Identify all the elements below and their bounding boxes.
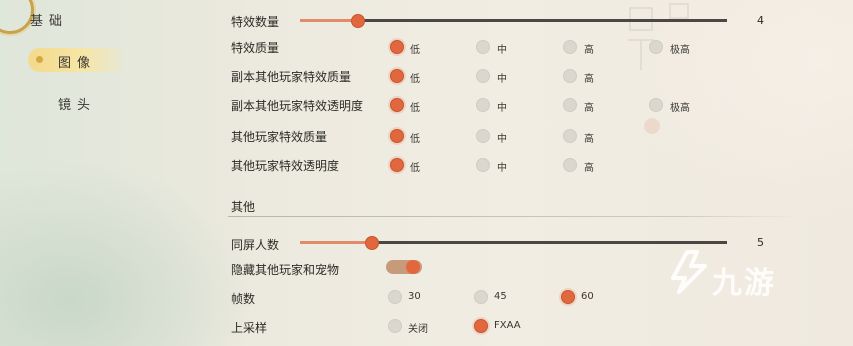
upsample-fxaa-label: FXAA: [494, 320, 521, 331]
effect-quality-high-radio[interactable]: [563, 40, 577, 54]
effect-quality-mid-label: 中: [497, 45, 507, 56]
fps-30-radio[interactable]: [388, 290, 402, 304]
player-opacity-label: 其他玩家特效透明度: [231, 159, 340, 173]
fps-label: 帧数: [231, 292, 256, 306]
fps-30-label: 30: [408, 291, 421, 302]
player-quality-high-label: 高: [584, 134, 594, 145]
effect-quality-ultra-radio[interactable]: [649, 40, 663, 54]
nav-item-camera[interactable]: 镜头: [58, 94, 96, 113]
fps-45-label: 45: [494, 291, 507, 302]
player-opacity-low-radio[interactable]: [390, 158, 404, 172]
dungeon-player-opacity-label: 副本其他玩家特效透明度: [231, 99, 364, 113]
player-opacity-mid-radio[interactable]: [476, 158, 490, 172]
player-quality-label: 其他玩家特效质量: [231, 130, 328, 144]
dungeon-player-quality-high-radio[interactable]: [563, 69, 577, 83]
player-quality-mid-radio[interactable]: [476, 129, 490, 143]
upsample-off-radio[interactable]: [388, 319, 402, 333]
effect-count-value: 4: [757, 14, 764, 27]
dungeon-player-quality-low-label: 低: [410, 74, 420, 85]
section-title-other: 其他: [231, 200, 256, 214]
dungeon-player-opacity-low-label: 低: [410, 103, 420, 114]
effect-quality-mid-radio[interactable]: [476, 40, 490, 54]
player-quality-low-label: 低: [410, 134, 420, 145]
player-opacity-mid-label: 中: [497, 163, 507, 174]
watermark-logo-icon: [671, 250, 707, 294]
decorative-calligraphy: [628, 3, 689, 134]
player-quality-mid-label: 中: [497, 134, 507, 145]
fps-60-label: 60: [581, 291, 594, 302]
player-quality-low-radio[interactable]: [390, 129, 404, 143]
dungeon-player-quality-low-radio[interactable]: [390, 69, 404, 83]
player-opacity-high-label: 高: [584, 163, 594, 174]
same-screen-fill: [300, 241, 372, 244]
upsample-fxaa-radio[interactable]: [474, 319, 488, 333]
dungeon-player-opacity-ultra-radio[interactable]: [649, 98, 663, 112]
player-opacity-high-radio[interactable]: [563, 158, 577, 172]
same-screen-value: 5: [757, 236, 764, 249]
section-divider: [228, 216, 798, 217]
nav-active-dot: [36, 56, 43, 63]
effect-quality-low-radio[interactable]: [390, 40, 404, 54]
effect-quality-ultra-label: 极高: [670, 45, 690, 56]
upsample-off-label: 关闭: [408, 324, 428, 335]
nav-item-basic[interactable]: 基础: [30, 10, 68, 29]
effect-count-slider-handle[interactable]: [351, 14, 365, 28]
corner-ornament: [0, 0, 34, 34]
dungeon-player-quality-high-label: 高: [584, 74, 594, 85]
dungeon-player-quality-label: 副本其他玩家特效质量: [231, 70, 352, 84]
upsample-label: 上采样: [231, 321, 268, 335]
dungeon-player-quality-mid-radio[interactable]: [476, 69, 490, 83]
effect-quality-label: 特效质量: [231, 41, 280, 55]
dungeon-player-opacity-high-radio[interactable]: [563, 98, 577, 112]
dungeon-player-opacity-low-radio[interactable]: [390, 98, 404, 112]
dungeon-player-opacity-mid-label: 中: [497, 103, 507, 114]
nav-item-image[interactable]: 图像: [58, 52, 96, 71]
dungeon-player-opacity-ultra-label: 极高: [670, 103, 690, 114]
dungeon-player-quality-mid-label: 中: [497, 74, 507, 85]
effect-quality-low-label: 低: [410, 45, 420, 56]
dungeon-player-opacity-high-label: 高: [584, 103, 594, 114]
fps-60-radio[interactable]: [561, 290, 575, 304]
effect-count-label: 特效数量: [231, 15, 280, 29]
player-quality-high-radio[interactable]: [563, 129, 577, 143]
effect-quality-high-label: 高: [584, 45, 594, 56]
hide-players-toggle-knob: [406, 260, 420, 274]
same-screen-slider-handle[interactable]: [365, 236, 379, 250]
watermark-text: 九游: [712, 266, 776, 301]
dungeon-player-opacity-mid-radio[interactable]: [476, 98, 490, 112]
player-opacity-low-label: 低: [410, 163, 420, 174]
same-screen-label: 同屏人数: [231, 238, 280, 252]
hide-players-label: 隐藏其他玩家和宠物: [231, 263, 340, 277]
fps-45-radio[interactable]: [474, 290, 488, 304]
effect-count-fill: [300, 19, 357, 22]
